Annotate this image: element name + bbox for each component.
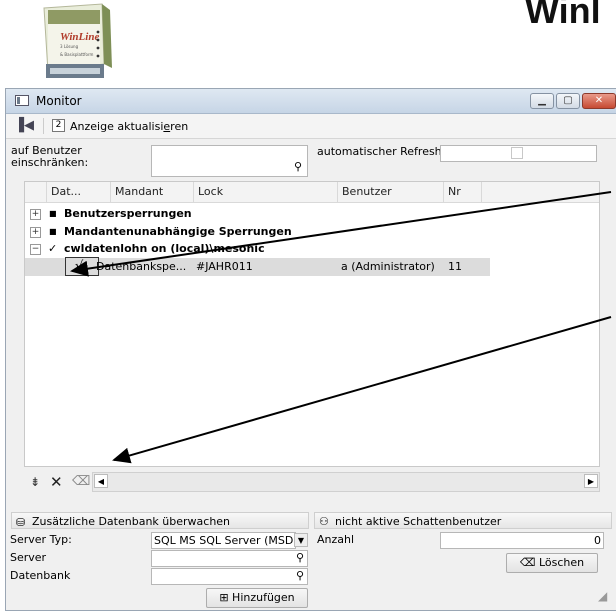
eraser-icon: ⌫ (519, 556, 536, 569)
delete-shadow-users-button[interactable]: ⌫ Löschen (506, 553, 598, 573)
db-panel-header: ⛁ Zusätzliche Datenbank überwachen (11, 512, 309, 529)
chevron-down-icon[interactable]: ▼ (294, 533, 308, 547)
database-icon: ⛁ (16, 516, 26, 529)
users-icon: ⚇ (319, 515, 329, 528)
delete-button-label: Löschen (538, 556, 585, 569)
add-button-label: Hinzufügen (232, 591, 295, 604)
server-input[interactable] (151, 550, 308, 567)
add-icon: ⊞ (219, 591, 229, 604)
add-button[interactable]: ⊞ Hinzufügen (206, 588, 308, 608)
box-logo-text: WinLine (60, 31, 99, 43)
server-type-select[interactable] (151, 532, 296, 549)
monitor-window: Monitor ▁ ▢ ✕ ▐◀ 2 Anzeige aktualisieren… (5, 88, 616, 611)
database-label: Datenbank (10, 569, 71, 582)
count-label: Anzahl (317, 533, 355, 546)
search-icon[interactable]: ⚲ (296, 551, 304, 564)
resize-grip-icon[interactable]: ◢ (598, 589, 607, 603)
database-input[interactable] (151, 568, 308, 585)
search-icon[interactable]: ⚲ (296, 569, 304, 582)
shadow-panel-header: ⚇ nicht aktive Schattenbenutzer (314, 512, 612, 529)
product-box-art: WinLine 3 Lösung & Basisplattform (40, 2, 122, 80)
db-panel-title: Zusätzliche Datenbank überwachen (32, 515, 231, 528)
count-field (440, 532, 604, 549)
document-title: Winl (525, 0, 601, 31)
svg-text:& Basisplattform: & Basisplattform (60, 52, 94, 57)
server-type-label: Server Typ: (10, 533, 72, 546)
svg-text:3 Lösung: 3 Lösung (60, 44, 79, 49)
shadow-panel-title: nicht aktive Schattenbenutzer (335, 515, 502, 528)
server-label: Server (10, 551, 47, 564)
